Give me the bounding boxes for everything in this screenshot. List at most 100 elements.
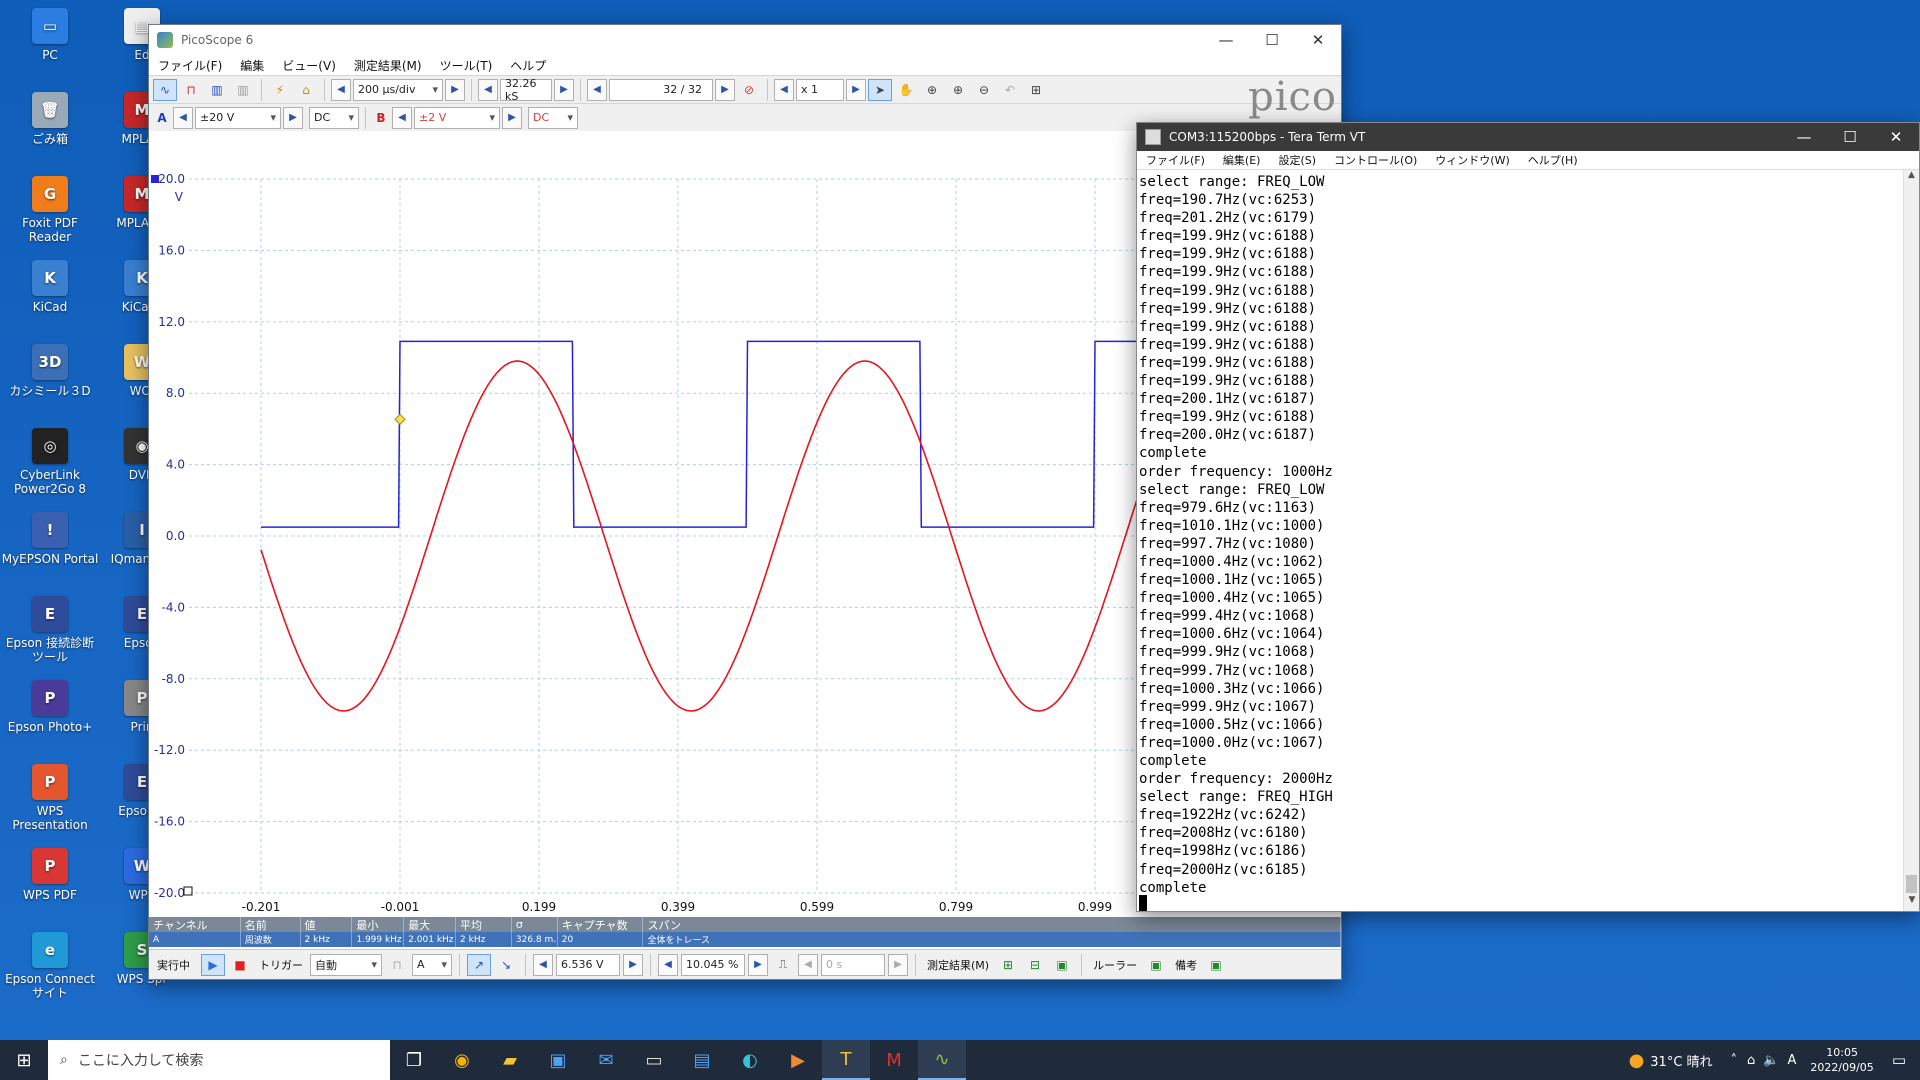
taskbar-search[interactable]: ⌕ ここに入力して検索 bbox=[48, 1040, 390, 1080]
close-icon[interactable]: ✕ bbox=[1295, 25, 1341, 55]
zoom-overview-icon[interactable]: ⊞ bbox=[1024, 79, 1048, 101]
notes-icon[interactable]: ▣ bbox=[1204, 954, 1228, 976]
timebase-next-button[interactable]: ▶ bbox=[445, 78, 465, 101]
task-view-icon[interactable]: ❐ bbox=[390, 1040, 438, 1080]
post-trigger-icon[interactable]: ⎍ bbox=[771, 954, 795, 976]
probe-icon[interactable]: ⚡ bbox=[268, 79, 292, 101]
desktop-icon[interactable]: 🗑 ごみ箱 bbox=[0, 92, 100, 146]
table-header-cell[interactable]: スパン bbox=[643, 917, 1342, 932]
timebase-select[interactable]: 200 µs/div bbox=[353, 78, 443, 101]
menu-item[interactable]: ヘルプ(H) bbox=[1519, 152, 1587, 168]
delay-next[interactable]: ▶ bbox=[888, 953, 908, 976]
channel-b-range-next[interactable]: ▶ bbox=[502, 106, 522, 129]
windows-start-icon[interactable]: ⊞ bbox=[0, 1040, 48, 1080]
ime-indicator[interactable]: A bbox=[1788, 1053, 1797, 1068]
trigger-marker[interactable] bbox=[394, 413, 406, 426]
ruler-icon[interactable]: ▣ bbox=[1144, 954, 1168, 976]
picoscope-titlebar[interactable]: PicoScope 6 — ☐ ✕ bbox=[149, 25, 1341, 55]
menu-item[interactable]: 編集(E) bbox=[1214, 152, 1270, 168]
table-header-cell[interactable]: 名前 bbox=[241, 917, 301, 932]
mplab-taskbar-icon[interactable]: M bbox=[870, 1040, 918, 1080]
desktop-icon[interactable]: ▭ PC bbox=[0, 8, 100, 62]
pretrigger-prev[interactable]: ◀ bbox=[658, 953, 678, 976]
advanced-trigger-icon[interactable]: ⊓ bbox=[385, 954, 409, 976]
buffer-navigator-icon[interactable]: ⊘ bbox=[737, 79, 761, 101]
add-measurement-icon[interactable]: ⊞ bbox=[996, 954, 1020, 976]
samples-field[interactable]: 32.26 kS bbox=[500, 77, 552, 103]
timebase-prev-button[interactable]: ◀ bbox=[331, 78, 351, 101]
trigger-level-next[interactable]: ▶ bbox=[623, 953, 643, 976]
zoom-in-icon[interactable]: ⊕ bbox=[946, 79, 970, 101]
desktop-icon[interactable]: P WPS PDF bbox=[0, 848, 100, 902]
table-header-cell[interactable]: 最大 bbox=[404, 917, 457, 932]
buffer-prev-button[interactable]: ◀ bbox=[587, 78, 607, 101]
terminal-area[interactable]: select range: FREQ_LOW freq=190.7Hz(vc:62… bbox=[1137, 170, 1919, 911]
channel-a-range-prev[interactable]: ◀ bbox=[173, 106, 193, 129]
clock[interactable]: 10:05 2022/09/05 bbox=[1810, 1045, 1873, 1075]
pointer-icon[interactable]: ➤ bbox=[868, 78, 892, 101]
table-header-cell[interactable]: 値 bbox=[301, 917, 353, 932]
desktop-icon[interactable]: ◎ CyberLink Power2Go 8 bbox=[0, 428, 100, 496]
trigger-mode-select[interactable]: 自動 bbox=[310, 953, 382, 976]
trigger-level-prev[interactable]: ◀ bbox=[533, 953, 553, 976]
table-header-cell[interactable]: 最小 bbox=[352, 917, 405, 932]
tray-chevron-icon[interactable]: ˄ bbox=[1731, 1053, 1738, 1068]
terminal-scrollbar[interactable]: ▲ ▼ bbox=[1903, 170, 1919, 911]
buffer-next-button[interactable]: ▶ bbox=[715, 78, 735, 101]
zoom-out-icon[interactable]: ⊖ bbox=[972, 79, 996, 101]
terminal-icon[interactable]: ▭ bbox=[630, 1040, 678, 1080]
channel-a-label[interactable]: A bbox=[153, 111, 171, 125]
scroll-up-icon[interactable]: ▲ bbox=[1904, 170, 1919, 186]
teraterm-taskbar-icon[interactable]: T bbox=[822, 1040, 870, 1080]
maximize-icon[interactable]: ☐ bbox=[1827, 123, 1873, 151]
scrollbar-thumb[interactable] bbox=[1906, 875, 1917, 893]
channel-b-range-prev[interactable]: ◀ bbox=[392, 106, 412, 129]
maximize-icon[interactable]: ☐ bbox=[1249, 25, 1295, 55]
desktop-icon[interactable]: e Epson Connect サイト bbox=[0, 932, 100, 1000]
channel-b-range-select[interactable]: ±2 V bbox=[414, 106, 500, 129]
pretrigger-next[interactable]: ▶ bbox=[748, 953, 768, 976]
edit-measurement-icon[interactable]: ▣ bbox=[1050, 954, 1074, 976]
scope-mode-icon[interactable]: ∿ bbox=[153, 78, 177, 101]
trigger-level-field[interactable]: 6.536 V bbox=[556, 953, 620, 976]
table-header-cell[interactable]: キャプチャ数 bbox=[558, 917, 644, 932]
table-row[interactable]: A 周波数 2 kHz 1.999 kHz 2.001 kHz 2 kHz 326.8 m.… bbox=[149, 932, 1342, 947]
pretrigger-field[interactable]: 10.045 % bbox=[681, 953, 745, 976]
zoom-prev-button[interactable]: ◀ bbox=[774, 78, 794, 101]
zoom-area-icon[interactable]: ⊕ bbox=[920, 79, 944, 101]
network-icon[interactable]: ⌂ bbox=[1747, 1053, 1755, 1068]
notification-icon[interactable]: ▭ bbox=[1892, 1051, 1906, 1069]
delay-prev[interactable]: ◀ bbox=[798, 953, 818, 976]
weather-text[interactable]: 31°C 晴れ bbox=[1650, 1051, 1712, 1070]
menu-item[interactable]: ファイル(F) bbox=[1137, 152, 1214, 168]
play-icon[interactable]: ▶ bbox=[201, 953, 225, 976]
table-header-cell[interactable]: σ bbox=[512, 917, 558, 932]
falling-edge-icon[interactable]: ↘ bbox=[494, 954, 518, 976]
teraterm-titlebar[interactable]: COM3:115200bps - Tera Term VT — ☐ ✕ bbox=[1137, 123, 1919, 151]
menu-item[interactable]: ヘルプ bbox=[501, 57, 555, 74]
samples-prev-button[interactable]: ◀ bbox=[478, 78, 498, 101]
remove-measurement-icon[interactable]: ⊟ bbox=[1023, 954, 1047, 976]
desktop-icon[interactable]: 3D カシミール３D bbox=[0, 344, 100, 398]
picoscope-taskbar-icon[interactable]: ∿ bbox=[918, 1040, 966, 1080]
samples-next-button[interactable]: ▶ bbox=[554, 78, 574, 101]
menu-item[interactable]: ファイル(F) bbox=[149, 57, 231, 74]
spectrum-alt-icon[interactable]: ▥ bbox=[231, 79, 255, 101]
menu-item[interactable]: ウィンドウ(W) bbox=[1426, 152, 1518, 168]
desktop-icon[interactable]: E Epson 接続診断ツール bbox=[0, 596, 100, 664]
desktop-icon[interactable]: G Foxit PDF Reader bbox=[0, 176, 100, 244]
buffer-field[interactable]: 32 / 32 bbox=[609, 78, 713, 101]
menu-item[interactable]: 測定結果(M) bbox=[345, 57, 431, 74]
desktop-icon[interactable]: K KiCad bbox=[0, 260, 100, 314]
table-header-cell[interactable]: チャンネル bbox=[149, 917, 241, 932]
home-icon[interactable]: ⌂ bbox=[294, 79, 318, 101]
menu-item[interactable]: ビュー(V) bbox=[273, 57, 345, 74]
menu-item[interactable]: コントロール(O) bbox=[1325, 152, 1426, 168]
spectrum-mode-icon[interactable]: ▥ bbox=[205, 79, 229, 101]
desktop-icon[interactable]: ! MyEPSON Portal bbox=[0, 512, 100, 566]
remote-desktop-icon[interactable]: ▤ bbox=[678, 1040, 726, 1080]
desktop-icon[interactable]: P Epson Photo+ bbox=[0, 680, 100, 734]
desktop-icon[interactable]: P WPS Presentation bbox=[0, 764, 100, 832]
channel-a-range-select[interactable]: ±20 V bbox=[195, 106, 281, 129]
menu-item[interactable]: 設定(S) bbox=[1269, 152, 1325, 168]
